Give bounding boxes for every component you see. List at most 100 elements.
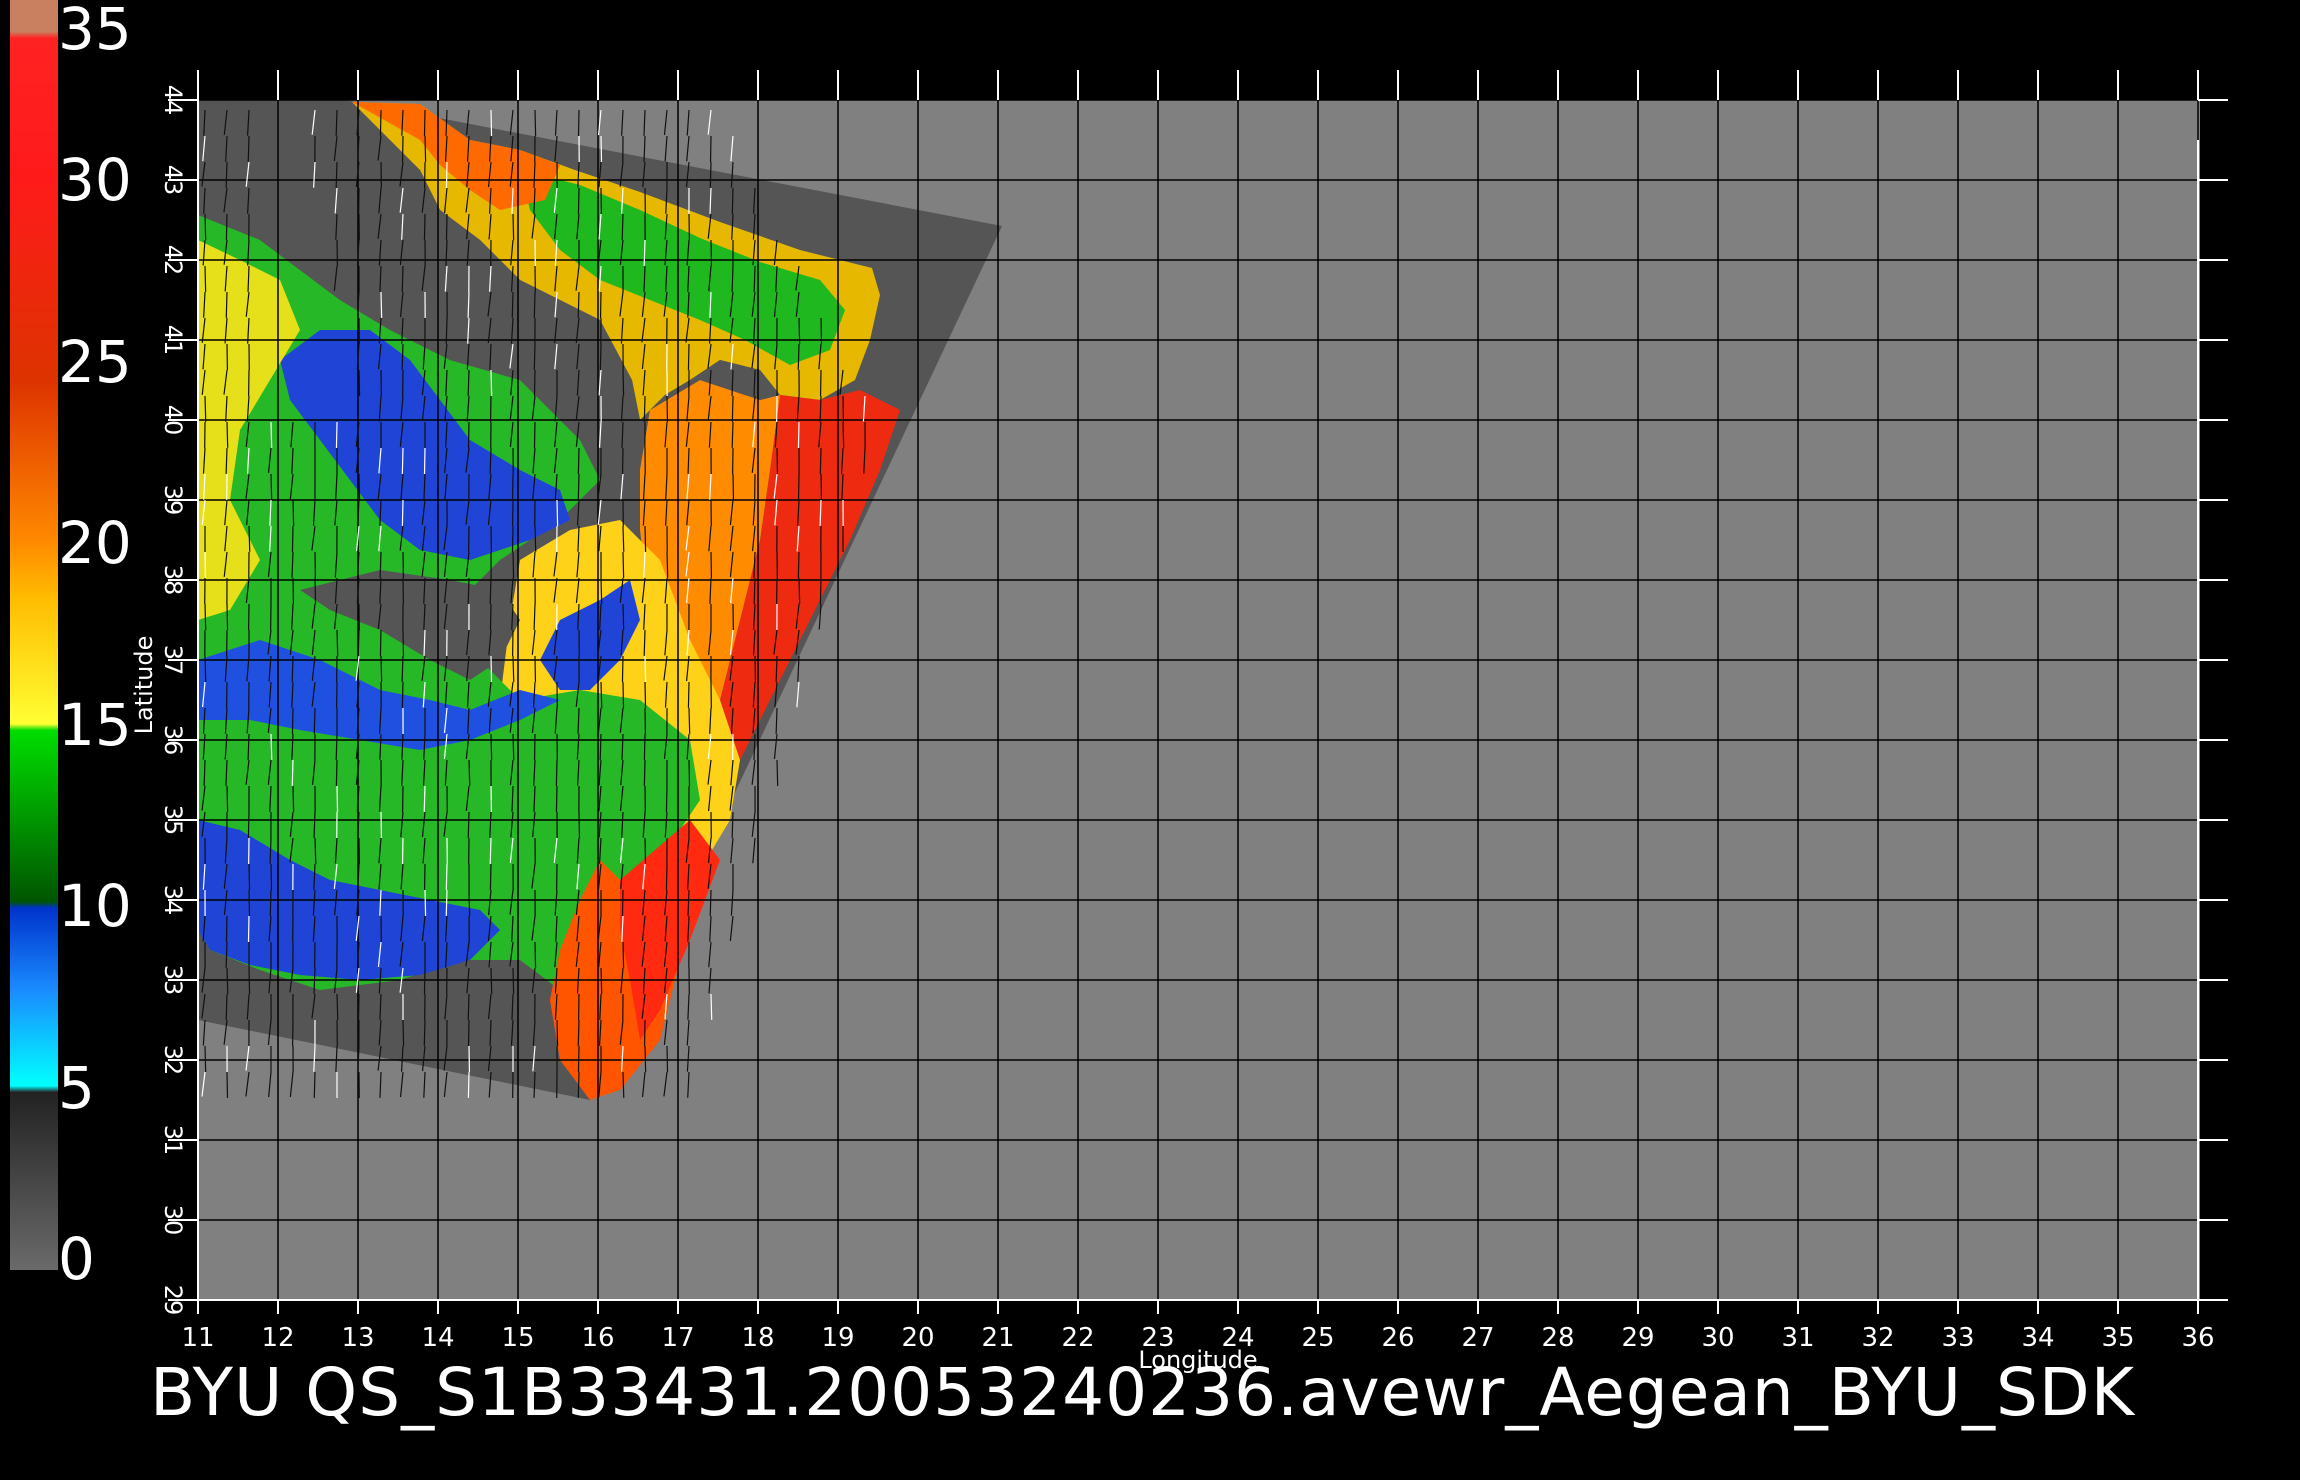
wind-vector bbox=[622, 603, 625, 630]
wind-vector bbox=[490, 733, 493, 760]
wind-vector bbox=[424, 135, 427, 162]
x-tick-label: 11 bbox=[181, 1323, 214, 1353]
y-tick-label: 35 bbox=[159, 805, 187, 836]
x-tick-label: 15 bbox=[501, 1323, 534, 1353]
wind-vector bbox=[577, 473, 580, 500]
wind-vector bbox=[643, 733, 646, 760]
wind-vector bbox=[753, 577, 756, 604]
wind-vector bbox=[555, 759, 558, 786]
wind-vector bbox=[292, 499, 295, 526]
wind-vector bbox=[401, 681, 404, 708]
wind-vector bbox=[555, 785, 558, 812]
wind-vector bbox=[665, 863, 668, 890]
colorbar-label: 25 bbox=[58, 327, 132, 396]
wind-vector bbox=[511, 525, 514, 552]
wind-vector bbox=[731, 811, 734, 838]
wind-vector bbox=[512, 967, 515, 994]
wind-vector bbox=[489, 863, 492, 890]
wind-vector bbox=[644, 525, 647, 552]
wind-vector bbox=[247, 811, 250, 838]
x-tick-label: 20 bbox=[901, 1323, 934, 1353]
wind-vector bbox=[665, 785, 668, 812]
y-tick-label: 37 bbox=[159, 645, 187, 676]
wind-vector bbox=[820, 317, 823, 344]
y-axis-label: Latitude bbox=[130, 636, 158, 735]
x-tick-label: 27 bbox=[1461, 1323, 1494, 1353]
wind-vector bbox=[622, 369, 625, 396]
x-tick-label: 22 bbox=[1061, 1323, 1094, 1353]
wind-vector bbox=[445, 317, 448, 344]
wind-vector bbox=[577, 1019, 580, 1046]
wind-vector bbox=[467, 1071, 470, 1098]
wind-vector bbox=[226, 603, 229, 630]
x-tick-label: 33 bbox=[1941, 1323, 1974, 1353]
wind-vector bbox=[270, 733, 273, 760]
wind-vector bbox=[710, 993, 713, 1020]
wind-vector bbox=[556, 1019, 559, 1046]
x-tick-label: 12 bbox=[261, 1323, 294, 1353]
x-tick-label: 17 bbox=[661, 1323, 694, 1353]
wind-vector bbox=[512, 551, 515, 578]
wind-vector bbox=[600, 577, 603, 604]
wind-vector bbox=[644, 655, 647, 682]
wind-vector bbox=[226, 967, 229, 994]
wind-vector bbox=[621, 889, 624, 916]
wind-vector bbox=[270, 473, 273, 500]
wind-vector bbox=[402, 1019, 405, 1046]
wind-vector bbox=[292, 785, 295, 812]
wind-vector bbox=[270, 421, 273, 448]
wind-vector bbox=[577, 447, 580, 474]
wind-vector bbox=[269, 889, 272, 916]
wind-vector bbox=[533, 421, 536, 448]
wind-vector bbox=[798, 317, 801, 344]
wind-vector bbox=[643, 629, 646, 656]
x-tick-label: 32 bbox=[1861, 1323, 1894, 1353]
wind-vector bbox=[709, 161, 712, 188]
wind-vector bbox=[798, 577, 801, 604]
colorbar-label: 5 bbox=[58, 1053, 95, 1122]
wind-vector bbox=[204, 265, 207, 292]
wind-vector bbox=[577, 1071, 580, 1098]
wind-vector bbox=[644, 837, 647, 864]
wind-vector bbox=[247, 135, 250, 162]
wind-vector bbox=[776, 759, 779, 786]
wind-vector bbox=[666, 1045, 669, 1072]
x-tick-label: 18 bbox=[741, 1323, 774, 1353]
wind-vector bbox=[467, 811, 470, 838]
wind-vector bbox=[358, 369, 361, 396]
wind-vector bbox=[335, 109, 338, 136]
wind-vector bbox=[512, 213, 515, 240]
wind-vector bbox=[445, 161, 448, 188]
wind-vector bbox=[248, 525, 251, 552]
x-tick-label: 36 bbox=[2181, 1323, 2214, 1353]
wind-vector bbox=[291, 707, 294, 734]
wind-vector bbox=[313, 1071, 316, 1098]
wind-vector bbox=[335, 161, 338, 188]
wind-vector bbox=[467, 577, 470, 604]
wind-vector bbox=[731, 187, 734, 214]
wind-vector bbox=[226, 421, 229, 448]
wind-vector bbox=[577, 291, 580, 318]
wind-vector bbox=[225, 161, 228, 188]
wind-vector bbox=[534, 109, 537, 136]
wind-vector bbox=[248, 889, 251, 916]
x-tick-label: 29 bbox=[1621, 1323, 1654, 1353]
wind-vector bbox=[335, 421, 338, 448]
wind-vector bbox=[203, 759, 206, 786]
map-plot-area bbox=[198, 100, 2200, 1300]
wind-vector bbox=[401, 265, 404, 292]
wind-vector bbox=[358, 473, 361, 500]
wind-vector bbox=[314, 837, 317, 864]
wind-vector bbox=[688, 759, 691, 786]
wind-vector bbox=[797, 343, 800, 370]
wind-vector bbox=[534, 525, 537, 552]
y-tick-label: 36 bbox=[159, 725, 187, 756]
wind-vector bbox=[622, 525, 625, 552]
wind-vector bbox=[468, 759, 471, 786]
wind-vector bbox=[643, 395, 646, 422]
wind-vector bbox=[468, 889, 471, 916]
y-tick-label: 38 bbox=[159, 565, 187, 596]
wind-vector bbox=[622, 551, 625, 578]
wind-vector bbox=[577, 187, 580, 214]
wind-vector bbox=[445, 863, 448, 890]
